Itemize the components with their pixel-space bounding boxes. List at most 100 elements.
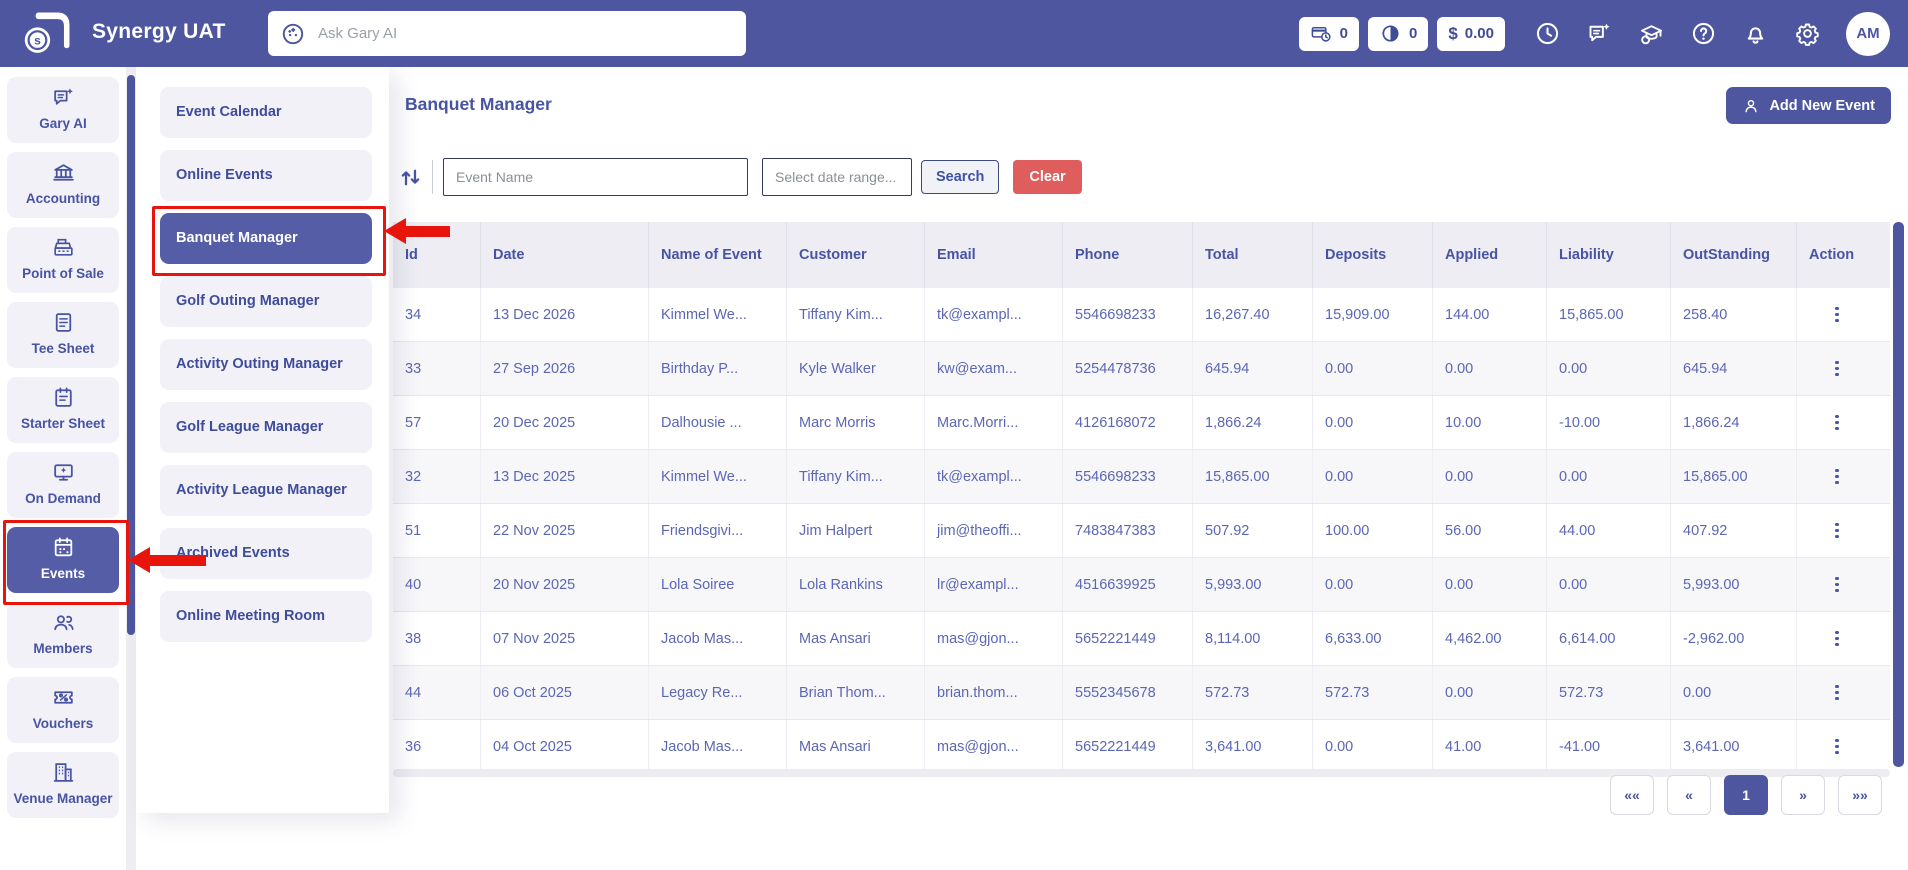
events-table: IdDateName of EventCustomerEmailPhoneTot… (393, 222, 1890, 774)
cell-deposits: 0.00 (1313, 396, 1433, 449)
submenu-item-banquet-manager[interactable]: Banquet Manager (160, 213, 372, 264)
members-icon (51, 610, 76, 635)
dollar-icon: $ (1448, 24, 1457, 44)
submenu-item-online-meeting-room[interactable]: Online Meeting Room (160, 591, 372, 642)
sidebar-item-on-demand[interactable]: On Demand (7, 452, 119, 518)
row-actions-button[interactable] (1835, 469, 1839, 485)
column-header-outstanding: OutStanding (1671, 222, 1797, 288)
sidebar-item-accounting[interactable]: Accounting (7, 152, 119, 218)
sidebar-item-events[interactable]: Events (7, 527, 119, 593)
clear-button[interactable]: Clear (1013, 160, 1081, 194)
header-badge-card-clock-icon[interactable]: 0 (1299, 17, 1359, 51)
table-row: 3213 Dec 2025Kimmel We...Tiffany Kim...t… (393, 450, 1890, 504)
pagination: «««1»»» (1610, 775, 1882, 815)
avatar[interactable]: AM (1846, 12, 1890, 56)
reset-filters-icon[interactable] (397, 164, 424, 191)
cell-total: 16,267.40 (1193, 288, 1313, 341)
submenu-item-archived-events[interactable]: Archived Events (160, 528, 372, 579)
cell-liability: 0.00 (1547, 450, 1671, 503)
help-icon[interactable] (1690, 20, 1717, 47)
sidebar-item-gary-ai[interactable]: Gary AI (7, 77, 119, 143)
submenu-item-label: Golf League Manager (176, 419, 323, 435)
cell-action (1797, 666, 1890, 719)
voucher-icon (51, 685, 76, 710)
notifications-icon[interactable] (1742, 20, 1769, 47)
pagination-page-1[interactable]: 1 (1724, 775, 1768, 815)
sidebar-item-label: Gary AI (39, 114, 87, 135)
feedback-icon[interactable] (1586, 20, 1613, 47)
row-actions-button[interactable] (1835, 415, 1839, 431)
search-button[interactable]: Search (921, 160, 999, 194)
sidebar-item-venue-manager[interactable]: Venue Manager (7, 752, 119, 818)
sidebar-item-point-of-sale[interactable]: Point of Sale (7, 227, 119, 293)
cell-action (1797, 504, 1890, 557)
pagination-prev[interactable]: « (1667, 775, 1711, 815)
column-header-date: Date (481, 222, 649, 288)
sidebar-scrollbar-thumb[interactable] (127, 75, 135, 635)
ask-gary-input[interactable] (316, 24, 734, 43)
sidebar-item-starter-sheet[interactable]: Starter Sheet (7, 377, 119, 443)
row-actions-button[interactable] (1835, 523, 1839, 539)
cell-date: 13 Dec 2025 (481, 450, 649, 503)
submenu-item-activity-league-manager[interactable]: Activity League Manager (160, 465, 372, 516)
filter-bar: Search Clear (397, 158, 1082, 196)
table-scrollbar-thumb[interactable] (1893, 222, 1904, 767)
table-row: 3807 Nov 2025Jacob Mas...Mas Ansarimas@g… (393, 612, 1890, 666)
add-new-event-button[interactable]: Add New Event (1726, 87, 1891, 124)
cell-action (1797, 450, 1890, 503)
row-actions-button[interactable] (1835, 739, 1839, 755)
cell-total: 645.94 (1193, 342, 1313, 395)
header-badges: 00 $0.00 (1299, 17, 1505, 51)
header-badge-dollar-icon[interactable]: $0.00 (1437, 17, 1505, 51)
ask-gary-search[interactable] (268, 11, 746, 56)
cell-applied: 10.00 (1433, 396, 1547, 449)
cell-customer: Jim Halpert (787, 504, 925, 557)
cell-phone: 5652221449 (1063, 720, 1193, 773)
cell-customer: Tiffany Kim... (787, 450, 925, 503)
cell-phone: 5546698233 (1063, 450, 1193, 503)
row-actions-button[interactable] (1835, 685, 1839, 701)
cell-id: 34 (393, 288, 481, 341)
sidebar-item-vouchers[interactable]: Vouchers (7, 677, 119, 743)
row-actions-button[interactable] (1835, 361, 1839, 377)
sidebar-item-tee-sheet[interactable]: Tee Sheet (7, 302, 119, 368)
submenu-item-golf-league-manager[interactable]: Golf League Manager (160, 402, 372, 453)
settings-icon[interactable] (1794, 20, 1821, 47)
svg-text:s: s (34, 34, 41, 48)
cell-applied: 56.00 (1433, 504, 1547, 557)
submenu-item-golf-outing-manager[interactable]: Golf Outing Manager (160, 276, 372, 327)
cell-deposits: 572.73 (1313, 666, 1433, 719)
event-name-input[interactable] (443, 158, 748, 196)
table-row: 4020 Nov 2025Lola SoireeLola Rankinslr@e… (393, 558, 1890, 612)
training-icon[interactable] (1638, 20, 1665, 47)
sidebar-item-members[interactable]: Members (7, 602, 119, 668)
sidebar-nav: Gary AI Accounting Point of Sale Tee Sheet S… (0, 67, 126, 870)
cell-deposits: 15,909.00 (1313, 288, 1433, 341)
row-actions-button[interactable] (1835, 631, 1839, 647)
row-actions-button[interactable] (1835, 577, 1839, 593)
date-range-input[interactable] (762, 158, 912, 196)
cell-id: 33 (393, 342, 481, 395)
submenu-item-activity-outing-manager[interactable]: Activity Outing Manager (160, 339, 372, 390)
cell-action (1797, 342, 1890, 395)
header-badge-half-circle-icon[interactable]: 0 (1368, 17, 1428, 51)
cell-liability: 44.00 (1547, 504, 1671, 557)
cell-customer: Tiffany Kim... (787, 288, 925, 341)
cell-customer: Brian Thom... (787, 666, 925, 719)
pagination-next[interactable]: » (1781, 775, 1825, 815)
starter-sheet-icon (51, 385, 76, 410)
submenu-item-online-events[interactable]: Online Events (160, 150, 372, 201)
cell-applied: 0.00 (1433, 450, 1547, 503)
column-header-total: Total (1193, 222, 1313, 288)
history-icon[interactable] (1534, 20, 1561, 47)
cell-customer: Marc Morris (787, 396, 925, 449)
submenu-item-event-calendar[interactable]: Event Calendar (160, 87, 372, 138)
sidebar-scrollbar[interactable] (126, 67, 136, 870)
cell-date: 22 Nov 2025 (481, 504, 649, 557)
row-actions-button[interactable] (1835, 307, 1839, 323)
person-icon (1742, 97, 1760, 115)
pagination-last[interactable]: »» (1838, 775, 1882, 815)
column-header-liability: Liability (1547, 222, 1671, 288)
pagination-first[interactable]: «« (1610, 775, 1654, 815)
main-content: Banquet Manager Add New Event Search Cle… (389, 67, 1908, 870)
